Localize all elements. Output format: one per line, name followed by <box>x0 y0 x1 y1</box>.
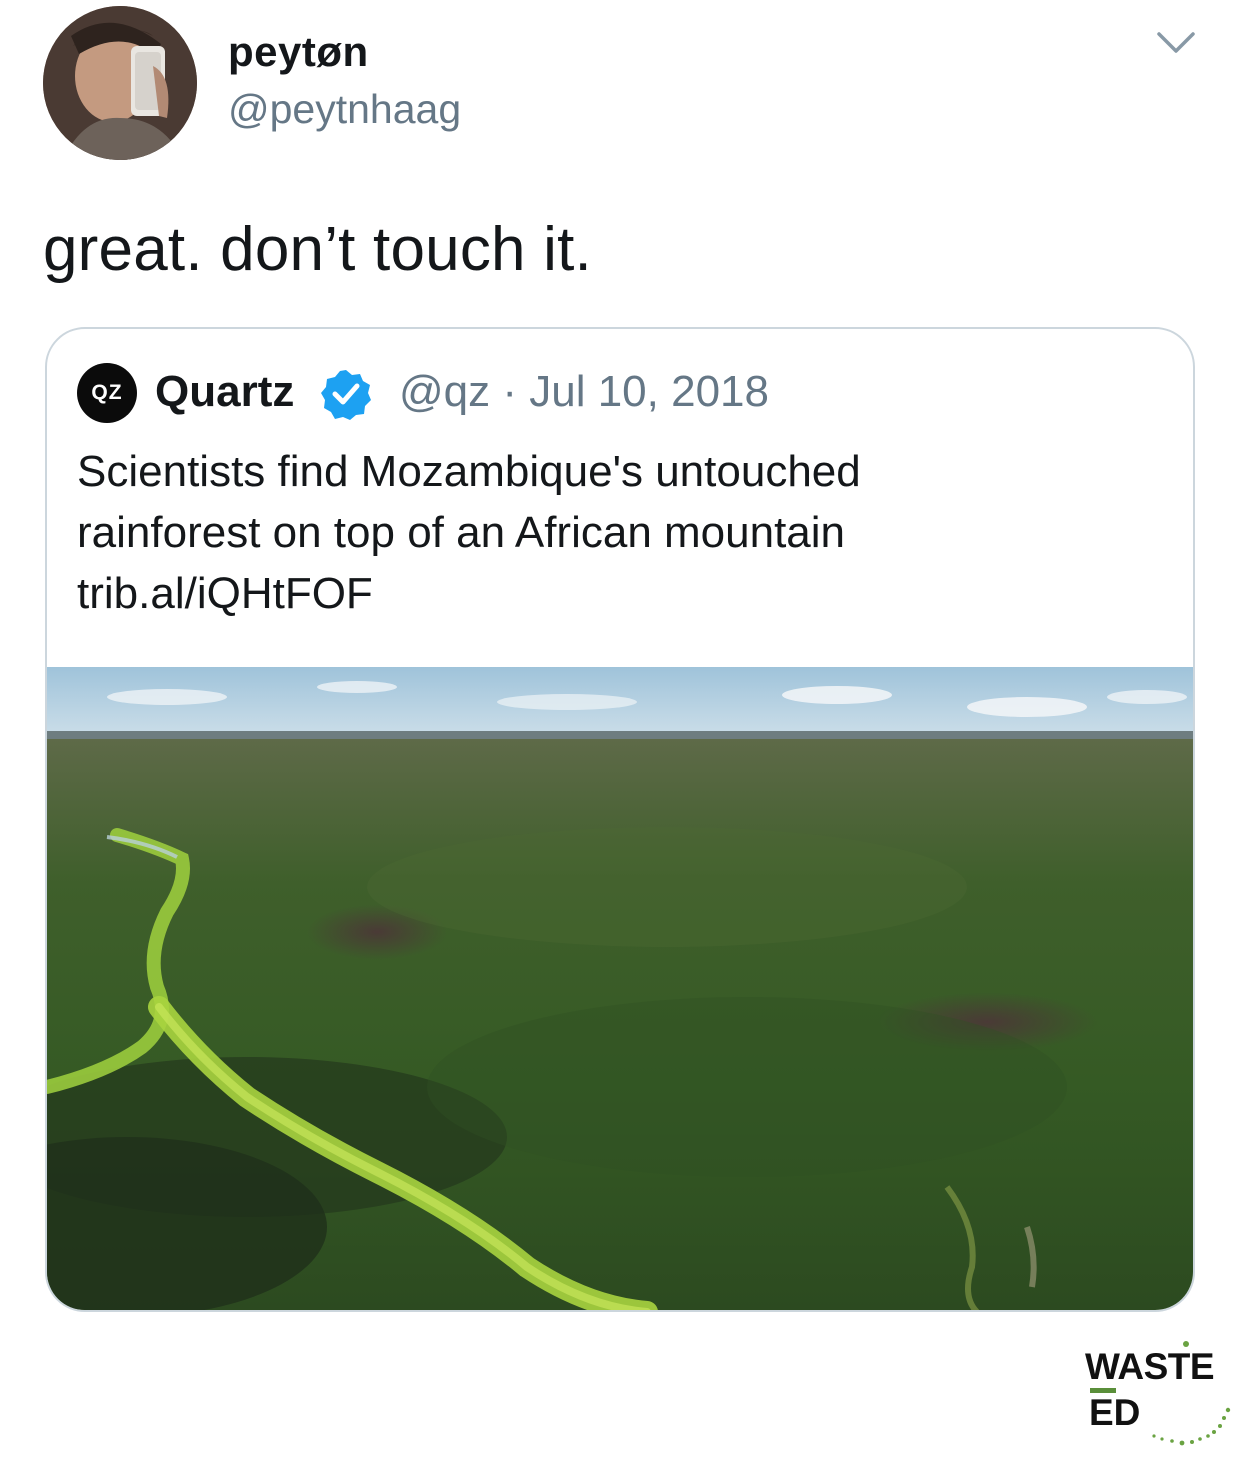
display-name[interactable]: peytøn <box>228 28 369 76</box>
tweet: peytøn @peytnhaag great. don’t touch it.… <box>0 0 1242 1461</box>
quoted-display-name[interactable]: Quartz <box>155 367 294 417</box>
verified-badge-icon <box>319 367 373 421</box>
chevron-down-icon[interactable] <box>1156 28 1196 58</box>
quoted-text-line: Scientists find Mozambique's untouched <box>77 447 861 496</box>
quoted-text-line: rainforest on top of an African mountain <box>77 508 846 557</box>
wasted-watermark: WASTE ED <box>1082 1338 1232 1456</box>
aerial-landscape-photo[interactable] <box>47 667 1193 1310</box>
quoted-link[interactable]: trib.al/iQHtFOF <box>77 563 1157 624</box>
quoted-tweet-card[interactable]: QZ Quartz @qz · Jul 10, 2018 Scientists … <box>45 327 1195 1312</box>
tweet-text: great. don’t touch it. <box>43 215 592 284</box>
user-handle[interactable]: @peytnhaag <box>228 86 461 133</box>
quoted-tweet-text: Scientists find Mozambique's untouched r… <box>77 441 1157 624</box>
user-avatar[interactable] <box>43 6 197 160</box>
quartz-logo: QZ <box>77 363 137 423</box>
watermark-dots-icon <box>1152 1341 1231 1446</box>
avatar-photo <box>43 6 197 160</box>
quoted-meta[interactable]: @qz · Jul 10, 2018 <box>399 367 769 417</box>
quartz-logo-text: QZ <box>91 381 123 404</box>
